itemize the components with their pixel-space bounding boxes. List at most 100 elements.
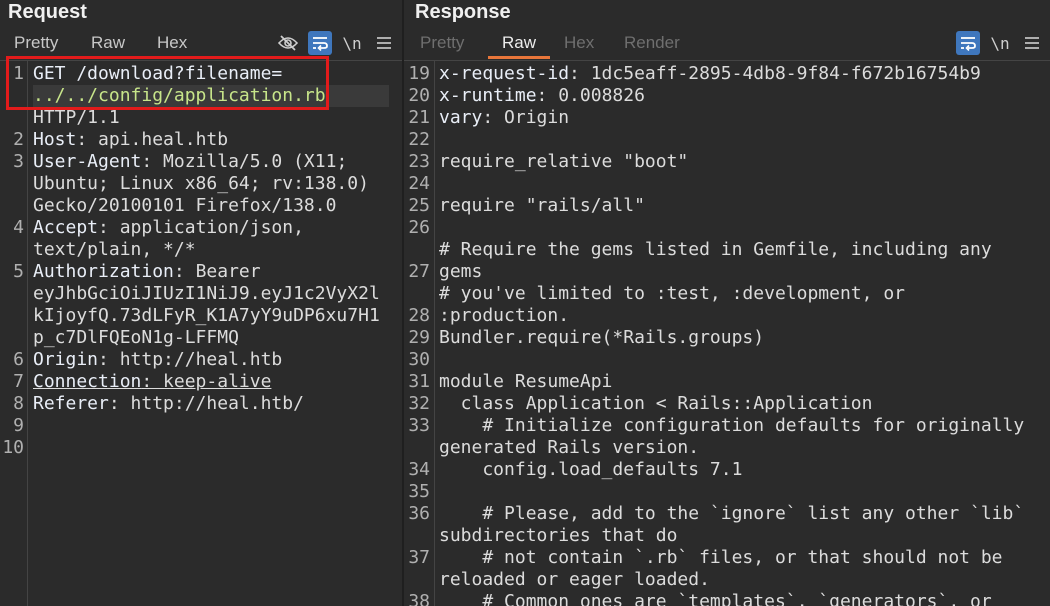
response-title: Response (415, 1, 511, 23)
code-line: :production. (439, 305, 570, 326)
line-number: 9 (13, 415, 24, 436)
header-user-agent: User-Agent: Mozilla/5.0 (X11; (33, 151, 347, 173)
wrap-icon[interactable] (956, 31, 980, 55)
code-line: Bundler.require(*Rails.groups) (439, 327, 765, 348)
code-line: # Initialize configuration defaults for … (439, 415, 1025, 436)
header-request-id: x-request-id: 1dc5eaff-2895-4db8-9f84-f6… (439, 63, 981, 85)
line-number: 22 (408, 129, 430, 150)
code-line: gems (439, 261, 483, 282)
line-number: 38 (408, 591, 430, 606)
header-key: Host (33, 129, 77, 150)
hamburger-icon[interactable] (1020, 31, 1044, 55)
code-line: # you've limited to :test, :development,… (439, 283, 905, 304)
line-number: 35 (408, 481, 430, 502)
header-continuation: Gecko/20100101 Firefox/138.0 (33, 195, 337, 216)
code-line: require_relative "boot" (439, 151, 689, 172)
request-editor[interactable]: 1 2 3 4 5 6 7 8 9 10 GET /download?filen… (0, 60, 402, 606)
code-line: module ResumeApi (439, 371, 613, 392)
line-number: 37 (408, 547, 430, 568)
tab-raw[interactable]: Raw (488, 28, 551, 59)
line-number: 10 (2, 437, 24, 458)
code-line: config.load_defaults 7.1 (439, 459, 743, 480)
line-number: 33 (408, 415, 430, 436)
header-continuation: text/plain, */* (33, 239, 196, 260)
header-origin: Origin: http://heal.htb (33, 349, 282, 371)
request-protocol: HTTP/1.1 (33, 107, 120, 128)
hamburger-icon[interactable] (372, 31, 396, 55)
header-value: : 1dc5eaff-2895-4db8-9f84-f672b16754b9 (569, 63, 981, 84)
header-value: : Mozilla/5.0 (X11; (141, 151, 348, 172)
tab-render[interactable]: Render (618, 28, 686, 56)
tab-raw[interactable]: Raw (85, 28, 131, 56)
code-line: class Application < Rails::Application (439, 393, 873, 414)
line-number: 7 (13, 371, 24, 392)
line-number: 20 (408, 85, 430, 106)
header-key: Authorization (33, 261, 174, 282)
header-key: Origin (33, 349, 99, 370)
line-number: 2 (13, 129, 24, 150)
header-key: Referer (33, 393, 109, 414)
tab-hex[interactable]: Hex (151, 28, 193, 56)
line-number: 24 (408, 173, 430, 194)
code-line: subdirectories that do (439, 525, 678, 546)
line-number: 4 (13, 217, 24, 238)
code-line: generated Rails version. (439, 437, 700, 458)
header-continuation: kIjoyfQ.73dLFyR_K1A7yY9uDP6xu7H1 (33, 305, 380, 326)
code-line: # Require the gems listed in Gemfile, in… (439, 239, 992, 260)
header-key: x-runtime (439, 85, 537, 106)
request-title: Request (8, 1, 87, 23)
newline-toggle[interactable]: \n (988, 31, 1012, 55)
line-number: 25 (408, 195, 430, 216)
line-number: 31 (408, 371, 430, 392)
code-line: reloaded or eager loaded. (439, 569, 710, 590)
highlight-box (6, 56, 329, 110)
header-authorization: Authorization: Bearer (33, 261, 261, 283)
header-connection: Connection: keep-alive (33, 371, 271, 393)
header-key: Connection (33, 371, 142, 392)
header-value: : http://heal.htb/ (108, 393, 304, 414)
header-value: : http://heal.htb (98, 349, 283, 370)
header-continuation: p_c7DlFQEoN1g-LFFMQ (33, 327, 239, 348)
line-number: 3 (13, 151, 24, 172)
tab-hex[interactable]: Hex (558, 28, 600, 56)
header-key: User-Agent (33, 151, 142, 172)
line-number: 36 (408, 503, 430, 524)
header-key: vary (439, 107, 483, 128)
response-editor[interactable]: 19 20 21 22 23 24 25 26 27 28 29 30 31 3… (404, 60, 1050, 606)
response-tabs: Pretty Raw Hex Render (404, 28, 1050, 59)
header-value: : application/json, (98, 217, 304, 238)
header-value: : Bearer (173, 261, 261, 282)
request-pane: Request Pretty Raw Hex \n 1 2 3 4 5 6 7 … (0, 0, 402, 606)
line-number: 21 (408, 107, 430, 128)
header-value: : 0.008826 (536, 85, 645, 106)
line-number: 8 (13, 393, 24, 414)
header-continuation: eyJhbGciOiJIUzI1NiJ9.eyJ1c2VyX2l (33, 283, 380, 304)
code-line: # not contain `.rb` files, or that shoul… (439, 547, 1003, 568)
line-number: 32 (408, 393, 430, 414)
response-toolbar: \n (956, 30, 1044, 56)
line-number: 19 (408, 63, 430, 84)
code-line: # Common ones are `templates`, `generato… (439, 591, 992, 606)
header-continuation: Ubuntu; Linux x86_64; rv:138.0) (33, 173, 369, 194)
newline-toggle[interactable]: \n (340, 31, 364, 55)
line-number: 26 (408, 217, 430, 238)
header-key: Accept (33, 217, 99, 238)
tab-pretty[interactable]: Pretty (414, 28, 470, 56)
header-host: Host: api.heal.htb (33, 129, 228, 151)
line-number: 29 (408, 327, 430, 348)
line-number: 5 (13, 261, 24, 282)
code-line: require "rails/all" (439, 195, 645, 216)
response-pane: Response Pretty Raw Hex Render \n 19 20 … (404, 0, 1050, 606)
header-key: x-request-id (439, 63, 570, 84)
tab-pretty[interactable]: Pretty (8, 28, 64, 56)
wrap-icon[interactable] (308, 31, 332, 55)
code-line: # Please, add to the `ignore` list any o… (439, 503, 1025, 524)
line-number: 30 (408, 349, 430, 370)
line-number: 34 (408, 459, 430, 480)
eye-off-icon[interactable] (276, 31, 300, 55)
request-toolbar: \n (276, 30, 396, 56)
header-vary: vary: Origin (439, 107, 569, 129)
header-value: : Origin (482, 107, 570, 128)
header-runtime: x-runtime: 0.008826 (439, 85, 645, 107)
line-number: 28 (408, 305, 430, 326)
